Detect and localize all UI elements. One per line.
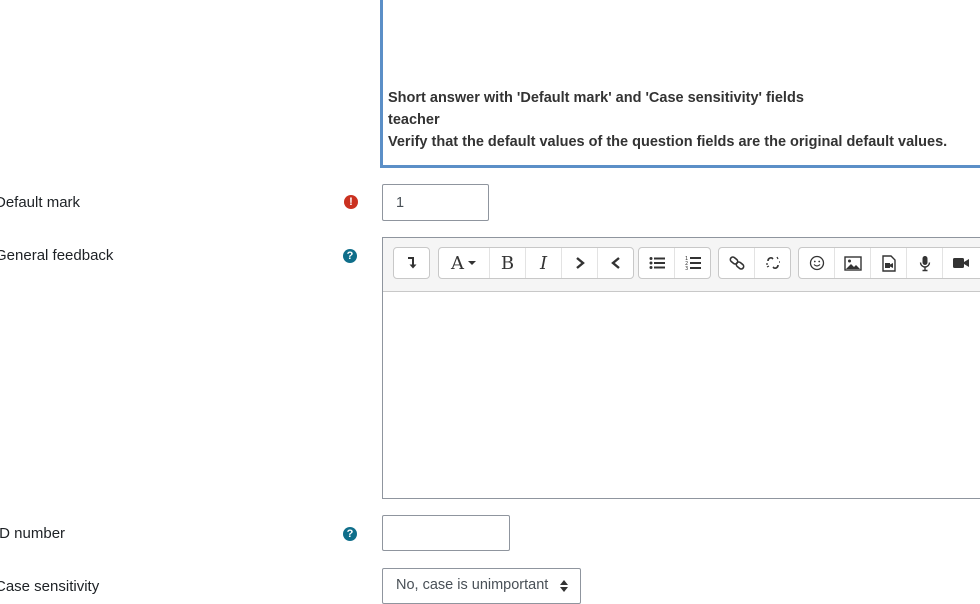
emoji-icon[interactable] xyxy=(799,248,835,278)
record-video-icon[interactable] xyxy=(943,248,978,278)
toolbar-group-toggle xyxy=(393,247,430,279)
toolbar-group-format: A B I xyxy=(438,247,634,279)
question-description: Verify that the default values of the qu… xyxy=(388,134,948,150)
required-icon[interactable]: ! xyxy=(344,195,358,209)
image-icon[interactable] xyxy=(835,248,871,278)
media-icon[interactable] xyxy=(871,248,907,278)
case-sensitivity-label: Case sensitivity xyxy=(0,578,100,595)
select-arrows-icon xyxy=(560,580,568,592)
id-number-label: ID number xyxy=(0,525,66,542)
ordered-list-icon[interactable]: 123 xyxy=(675,248,710,278)
question-text-preview: Short answer with 'Default mark' and 'Ca… xyxy=(380,0,980,168)
help-icon[interactable]: ? xyxy=(343,527,357,541)
default-mark-input[interactable] xyxy=(382,184,489,221)
show-more-icon[interactable] xyxy=(394,248,429,278)
help-icon[interactable]: ? xyxy=(343,249,357,263)
editor-content-area[interactable] xyxy=(383,292,980,498)
font-style-icon[interactable]: A xyxy=(439,248,490,278)
indent-icon[interactable] xyxy=(562,248,598,278)
question-name: Short answer with 'Default mark' and 'Ca… xyxy=(388,90,804,106)
outdent-icon[interactable] xyxy=(598,248,633,278)
editor-toolbar: A B I 123 xyxy=(383,238,980,292)
toolbar-group-media xyxy=(798,247,980,279)
bold-icon[interactable]: B xyxy=(490,248,526,278)
case-sensitivity-select[interactable]: No, case is unimportant xyxy=(382,568,581,604)
general-feedback-editor: A B I 123 xyxy=(382,237,980,499)
italic-icon[interactable]: I xyxy=(526,248,562,278)
toolbar-group-links xyxy=(718,247,791,279)
default-mark-label: Default mark xyxy=(0,194,81,211)
question-author: teacher xyxy=(388,112,440,128)
unlink-icon[interactable] xyxy=(755,248,790,278)
case-sensitivity-selected: No, case is unimportant xyxy=(396,577,549,593)
link-icon[interactable] xyxy=(719,248,755,278)
toolbar-group-lists: 123 xyxy=(638,247,711,279)
unordered-list-icon[interactable] xyxy=(639,248,675,278)
id-number-input[interactable] xyxy=(382,515,510,551)
svg-text:3: 3 xyxy=(685,266,688,271)
record-audio-icon[interactable] xyxy=(907,248,943,278)
general-feedback-label: General feedback xyxy=(0,247,114,264)
